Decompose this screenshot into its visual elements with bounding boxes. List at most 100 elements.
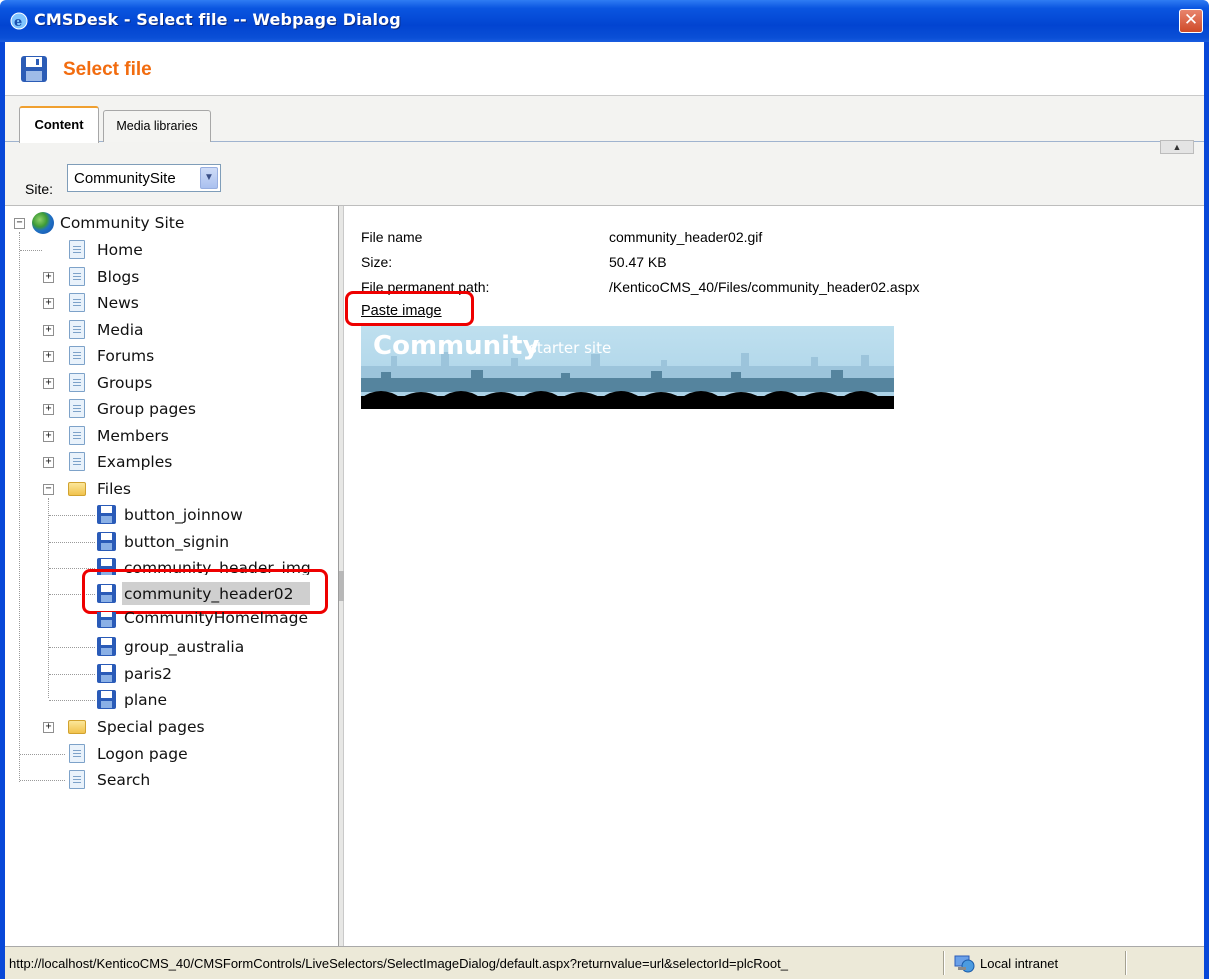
status-separator — [1125, 951, 1127, 975]
tree-node-news[interactable]: + News — [5, 290, 325, 316]
tree-node-blogs[interactable]: + Blogs — [5, 264, 325, 290]
banner-word: Community — [373, 331, 539, 361]
tree-node-label: Home — [97, 241, 143, 259]
expand-icon[interactable]: + — [43, 351, 54, 362]
page-icon — [69, 320, 85, 339]
expand-icon[interactable]: + — [43, 272, 54, 283]
tree-node-label: paris2 — [124, 665, 172, 683]
path-value: /KenticoCMS_40/Files/community_header02.… — [609, 279, 920, 295]
tab-media-libraries[interactable]: Media libraries — [103, 110, 211, 142]
tree-node-media[interactable]: + Media — [5, 317, 325, 343]
file-icon — [97, 532, 116, 551]
collapse-icon[interactable]: − — [14, 218, 25, 229]
tree-node-label: button_signin — [124, 533, 230, 551]
status-separator — [943, 951, 945, 975]
tree-node-label: Community Site — [60, 214, 185, 232]
tree-node-label: Media — [97, 321, 144, 339]
page-title: Select file — [63, 59, 152, 80]
tree-node-button-signin[interactable]: button_signin — [5, 529, 325, 555]
tree-node-label: plane — [124, 691, 168, 709]
expand-icon[interactable]: + — [43, 431, 54, 442]
close-button[interactable]: ✕ — [1179, 9, 1203, 33]
expand-icon[interactable]: + — [43, 457, 54, 468]
tree-connector — [20, 250, 42, 251]
folder-icon — [68, 720, 86, 734]
size-label: Size: — [361, 254, 393, 270]
svg-text:e: e — [14, 15, 22, 30]
tree-connector — [20, 780, 65, 781]
tree-node-label: group_australia — [124, 638, 245, 656]
file-icon — [97, 612, 116, 628]
local-intranet-icon — [954, 955, 975, 973]
window-title: CMSDesk - Select file -- Webpage Dialog — [34, 10, 401, 29]
tree-node-label: Group pages — [97, 400, 196, 418]
status-bar: http://localhost/KenticoCMS_40/CMSFormCo… — [5, 946, 1204, 979]
site-label: Site: — [25, 181, 54, 197]
collapse-icon[interactable]: − — [43, 484, 54, 495]
splitter-handle[interactable] — [339, 571, 344, 601]
tree-node-label: Blogs — [97, 268, 140, 286]
file-name-label: File name — [361, 229, 423, 245]
tabs-area: Content Media libraries ▲ Site: Communit… — [5, 96, 1204, 206]
tree-node-group-pages[interactable]: + Group pages — [5, 396, 325, 422]
tree-node-label: Groups — [97, 374, 153, 392]
image-preview: Community starter site — [361, 326, 894, 409]
expand-icon[interactable]: + — [43, 404, 54, 415]
chevron-down-icon[interactable]: ▼ — [200, 167, 218, 189]
tree-node-label: News — [97, 294, 139, 312]
file-icon — [97, 664, 116, 683]
dialog-header: Select file — [5, 42, 1204, 96]
tree-node-root[interactable]: − Community Site — [5, 210, 325, 236]
tree-node-logon-page[interactable]: Logon page — [5, 741, 325, 767]
collapse-header-button[interactable]: ▲ — [1160, 140, 1194, 154]
tab-content[interactable]: Content — [19, 106, 99, 143]
file-details-panel: File name community_header02.gif Size: 5… — [345, 206, 1204, 946]
tree-node-files[interactable]: − Files — [5, 476, 325, 502]
tree-node-members[interactable]: + Members — [5, 423, 325, 449]
internet-explorer-icon: e — [10, 12, 28, 30]
page-icon — [69, 770, 85, 789]
tree-node-examples[interactable]: + Examples — [5, 449, 325, 475]
tree-node-home[interactable]: Home — [5, 237, 325, 263]
site-select[interactable]: CommunitySite ▼ — [67, 164, 221, 192]
panel-splitter[interactable] — [339, 206, 344, 946]
tree-connector — [49, 647, 95, 648]
tree-node-plane[interactable]: plane — [5, 687, 325, 713]
page-icon — [69, 373, 85, 392]
tree-node-label: button_joinnow — [124, 506, 243, 524]
page-icon — [69, 452, 85, 471]
banner-subtitle: starter site — [529, 339, 611, 357]
tree-node-paris2[interactable]: paris2 — [5, 661, 325, 687]
floppy-disk-icon — [21, 56, 47, 82]
page-icon — [69, 346, 85, 365]
tree-node-forums[interactable]: + Forums — [5, 343, 325, 369]
tree-node-group-australia[interactable]: group_australia — [5, 634, 325, 660]
tree-node-label: Forums — [97, 347, 155, 365]
expand-icon[interactable]: + — [43, 722, 54, 733]
size-value: 50.47 KB — [609, 254, 667, 270]
expand-icon[interactable]: + — [43, 325, 54, 336]
tree-node-button-joinnow[interactable]: button_joinnow — [5, 502, 325, 528]
expand-icon[interactable]: + — [43, 378, 54, 389]
content-tree-panel: − Community Site Home + Blogs + News + M… — [5, 206, 339, 946]
tree-connector — [49, 674, 95, 675]
tree-node-label: Members — [97, 427, 169, 445]
globe-icon — [32, 212, 54, 234]
file-name-value: community_header02.gif — [609, 229, 763, 245]
tree-node-search[interactable]: Search — [5, 767, 325, 793]
tree-node-communityhomeimage[interactable]: CommunityHomeImage — [5, 612, 325, 629]
tree-node-label: Examples — [97, 453, 173, 471]
selection-annotation-box — [82, 569, 328, 614]
file-icon — [97, 505, 116, 524]
file-icon — [97, 637, 116, 656]
site-select-value: CommunitySite — [74, 170, 176, 187]
folder-icon — [68, 482, 86, 496]
paste-annotation-box — [345, 291, 474, 326]
file-icon — [97, 690, 116, 709]
expand-icon[interactable]: + — [43, 298, 54, 309]
tree-node-special-pages[interactable]: + Special pages — [5, 714, 325, 740]
page-icon — [69, 240, 85, 259]
tree-connector — [49, 542, 95, 543]
tree-node-groups[interactable]: + Groups — [5, 370, 325, 396]
content-tree: − Community Site Home + Blogs + News + M… — [5, 206, 339, 946]
